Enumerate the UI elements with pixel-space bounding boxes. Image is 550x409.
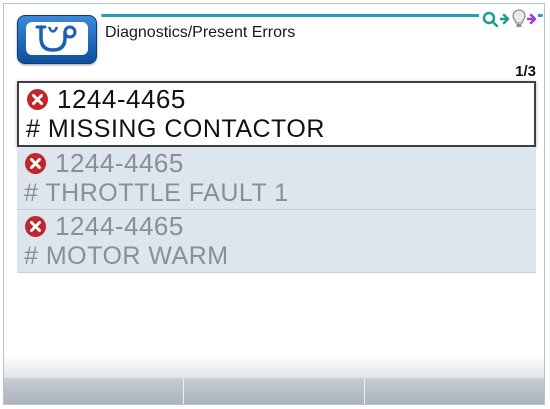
header-accent-line (101, 14, 543, 17)
status-icons (479, 8, 538, 30)
error-row: 1244-4465 (24, 210, 536, 243)
error-item-throttle-fault[interactable]: 1244-4465 # THROTTLE FAULT 1 (17, 147, 536, 210)
softkey-left[interactable] (4, 378, 185, 404)
lightbulb-icon (512, 9, 526, 27)
error-code: 1244-4465 (55, 148, 184, 178)
error-description: # THROTTLE FAULT 1 (24, 179, 289, 207)
search-connect-icon[interactable] (482, 11, 499, 28)
stethoscope-icon-face (26, 22, 88, 55)
stethoscope-icon[interactable] (17, 15, 97, 64)
page-title: Diagnostics/Present Errors (105, 24, 296, 41)
stethoscope-icon-graphic (35, 24, 77, 52)
arrow-icon (500, 13, 510, 25)
softkey-bar (4, 378, 544, 404)
footer-fade (4, 354, 544, 378)
page-indicator: 1/3 (515, 63, 536, 80)
error-description: # MOTOR WARM (24, 242, 229, 270)
error-icon (25, 153, 46, 174)
error-list: 1244-4465 # MISSING CONTACTOR 1244-4465 … (17, 81, 536, 273)
error-row: 1244-4465 (24, 147, 536, 180)
error-item-motor-warm[interactable]: 1244-4465 # MOTOR WARM (17, 210, 536, 273)
error-row: 1244-4465 (26, 83, 534, 116)
softkey-right[interactable] (365, 378, 544, 404)
header: Diagnostics/Present Errors (4, 4, 544, 64)
error-icon (27, 89, 48, 110)
error-icon (25, 216, 46, 237)
error-code: 1244-4465 (55, 211, 184, 241)
arrow-icon (527, 13, 537, 25)
error-description: # MISSING CONTACTOR (26, 115, 325, 143)
error-item-missing-contactor[interactable]: 1244-4465 # MISSING CONTACTOR (17, 81, 536, 147)
error-code: 1244-4465 (57, 84, 186, 114)
diagnostics-screen: Diagnostics/Present Errors 1/3 1244-4465… (3, 3, 545, 405)
softkey-middle[interactable] (184, 378, 365, 404)
